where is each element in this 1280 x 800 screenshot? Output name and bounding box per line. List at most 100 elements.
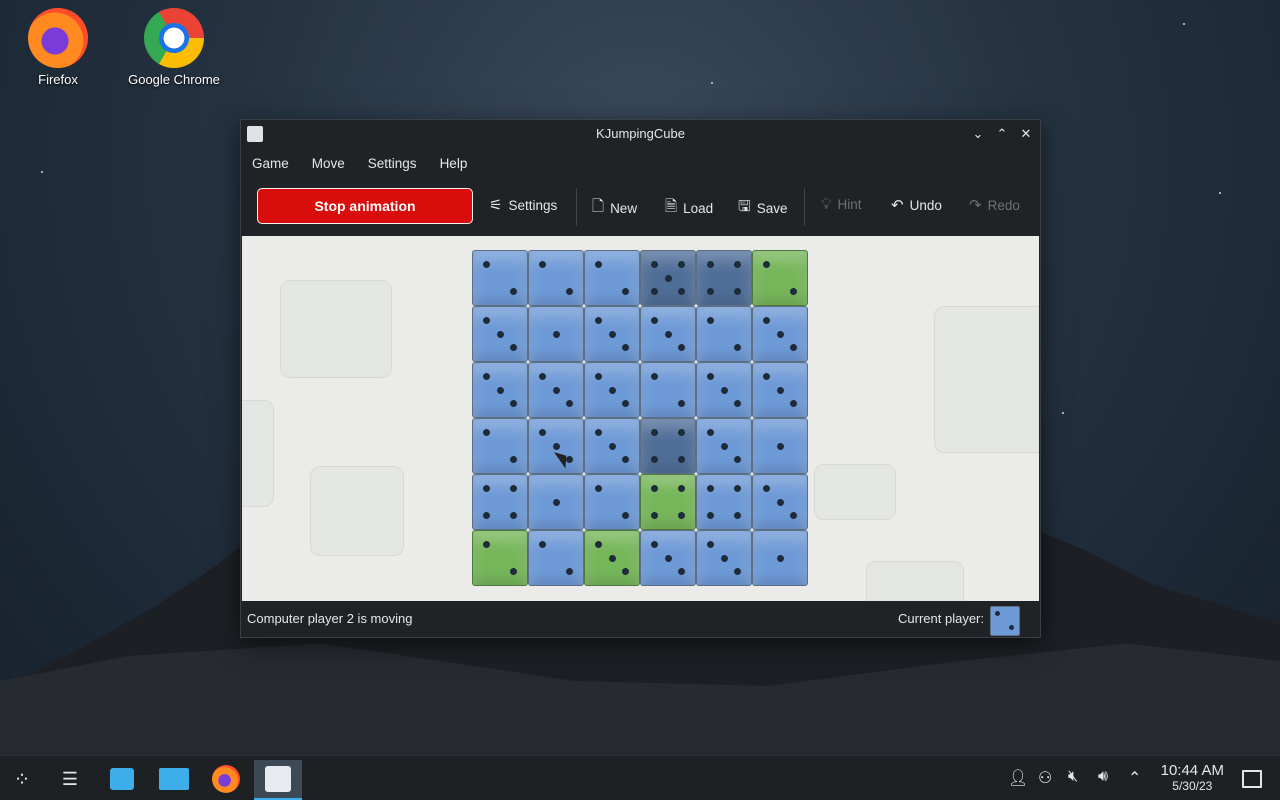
status-message: Computer player 2 is moving bbox=[247, 611, 413, 626]
cube-dot bbox=[651, 317, 658, 324]
cube-cell[interactable] bbox=[584, 530, 640, 586]
cube-cell[interactable] bbox=[472, 250, 528, 306]
cube-cell[interactable] bbox=[752, 530, 808, 586]
network-icon[interactable]: ⚇ bbox=[1038, 768, 1052, 788]
cube-cell[interactable] bbox=[640, 306, 696, 362]
cube-cell[interactable] bbox=[584, 418, 640, 474]
cube-dot bbox=[566, 400, 573, 407]
maximize-button[interactable]: ⌃ bbox=[992, 124, 1012, 144]
cube-cell[interactable] bbox=[584, 306, 640, 362]
background-decoration bbox=[866, 561, 964, 601]
cube-cell[interactable] bbox=[584, 474, 640, 530]
cube-dot bbox=[608, 386, 616, 394]
toolbar-separator bbox=[576, 188, 577, 226]
cube-dot bbox=[539, 373, 546, 380]
discover-button[interactable] bbox=[100, 760, 144, 798]
cube-dot bbox=[734, 456, 741, 463]
cube-cell[interactable] bbox=[696, 474, 752, 530]
cube-cell[interactable] bbox=[696, 306, 752, 362]
redo-label: Redo bbox=[987, 197, 1020, 213]
background-decoration bbox=[280, 280, 392, 378]
background-decoration bbox=[310, 466, 404, 556]
hint-button[interactable]: 💡︎ Hint bbox=[821, 196, 862, 213]
cube-cell[interactable] bbox=[528, 418, 584, 474]
close-button[interactable]: ✕ bbox=[1016, 124, 1036, 144]
cube-dot bbox=[595, 373, 602, 380]
save-button[interactable]: 🖫 Save bbox=[738, 196, 788, 221]
new-button[interactable]: 🗋 New bbox=[592, 196, 637, 221]
menu-help[interactable]: Help bbox=[433, 156, 475, 171]
cube-cell[interactable] bbox=[472, 418, 528, 474]
lightbulb-icon: 💡︎ bbox=[821, 196, 832, 213]
cube-cell[interactable] bbox=[752, 306, 808, 362]
cube-dot bbox=[678, 288, 685, 295]
settings-button[interactable]: ⚟ Settings bbox=[489, 196, 557, 214]
cube-cell[interactable] bbox=[696, 418, 752, 474]
show-desktop-button[interactable] bbox=[1242, 770, 1262, 788]
cube-dot bbox=[734, 400, 741, 407]
menu-move[interactable]: Move bbox=[305, 156, 352, 171]
cube-dot bbox=[763, 373, 770, 380]
cube-dot bbox=[651, 512, 658, 519]
cube-cell[interactable] bbox=[584, 362, 640, 418]
store-bag-icon bbox=[110, 768, 134, 790]
cube-cell[interactable] bbox=[528, 250, 584, 306]
undo-button[interactable]: ↶ Undo bbox=[891, 196, 942, 214]
cube-cell[interactable] bbox=[752, 362, 808, 418]
cube-cell[interactable] bbox=[472, 362, 528, 418]
cube-cell[interactable] bbox=[528, 362, 584, 418]
cube-cell[interactable] bbox=[696, 530, 752, 586]
cube-cell[interactable] bbox=[640, 362, 696, 418]
menu-game[interactable]: Game bbox=[245, 156, 296, 171]
clock[interactable]: 10:44 AM 5/30/23 bbox=[1161, 762, 1224, 793]
cube-dot bbox=[651, 429, 658, 436]
menu-settings[interactable]: Settings bbox=[361, 156, 424, 171]
cube-dot bbox=[734, 512, 741, 519]
cube-cell[interactable] bbox=[640, 250, 696, 306]
redo-button[interactable]: ↷ Redo bbox=[969, 196, 1020, 214]
volume-icon[interactable]: 🔊︎ bbox=[1098, 768, 1108, 786]
cube-dot bbox=[664, 554, 672, 562]
cube-cell[interactable] bbox=[696, 362, 752, 418]
cube-cell[interactable] bbox=[584, 250, 640, 306]
file-manager-button[interactable] bbox=[152, 760, 196, 798]
cube-dot bbox=[595, 317, 602, 324]
cube-cell[interactable] bbox=[752, 418, 808, 474]
cube-dot bbox=[734, 288, 741, 295]
cube-dot bbox=[595, 485, 602, 492]
cube-cell[interactable] bbox=[752, 474, 808, 530]
cube-cell[interactable] bbox=[472, 530, 528, 586]
cube-cell[interactable] bbox=[640, 418, 696, 474]
cube-cell[interactable] bbox=[528, 306, 584, 362]
app-launcher-button[interactable]: ⁘ bbox=[0, 760, 44, 798]
cube-dot bbox=[678, 568, 685, 575]
firefox-taskbar-button[interactable] bbox=[204, 760, 248, 798]
cube-dot bbox=[763, 317, 770, 324]
cube-cell[interactable] bbox=[640, 530, 696, 586]
cube-cell[interactable] bbox=[472, 306, 528, 362]
user-icon[interactable]: 👤︎ bbox=[1008, 768, 1028, 788]
minimize-button[interactable]: ⌄ bbox=[968, 124, 988, 144]
stop-animation-button[interactable]: Stop animation bbox=[257, 188, 473, 224]
toolbar: Stop animation ⚟ Settings 🗋 New 🗎 Load 🖫… bbox=[241, 178, 1040, 234]
cube-cell[interactable] bbox=[752, 250, 808, 306]
cube-dot bbox=[678, 456, 685, 463]
cube-cell[interactable] bbox=[696, 250, 752, 306]
cube-cell[interactable] bbox=[528, 530, 584, 586]
tray-expand-icon[interactable]: ⌃ bbox=[1128, 768, 1141, 788]
kjumpingcube-taskbar-button[interactable] bbox=[254, 760, 302, 800]
muted-speaker-icon[interactable]: 🔇︎ bbox=[1068, 768, 1078, 786]
cube-dot bbox=[678, 485, 685, 492]
cube-dot bbox=[622, 344, 629, 351]
window-titlebar[interactable]: KJumpingCube ⌄ ⌃ ✕ bbox=[241, 120, 1040, 148]
cube-cell[interactable] bbox=[528, 474, 584, 530]
task-manager-button[interactable]: ☰ bbox=[48, 760, 92, 798]
desktop-icon-firefox[interactable]: Firefox bbox=[8, 2, 108, 87]
desktop-icon-chrome[interactable]: Google Chrome bbox=[124, 2, 224, 87]
sliders-icon: ⚟ bbox=[489, 197, 503, 214]
cube-dot bbox=[483, 541, 490, 548]
load-button[interactable]: 🗎 Load bbox=[665, 196, 713, 221]
current-player-swatch bbox=[990, 606, 1020, 636]
cube-cell[interactable] bbox=[640, 474, 696, 530]
cube-cell[interactable] bbox=[472, 474, 528, 530]
